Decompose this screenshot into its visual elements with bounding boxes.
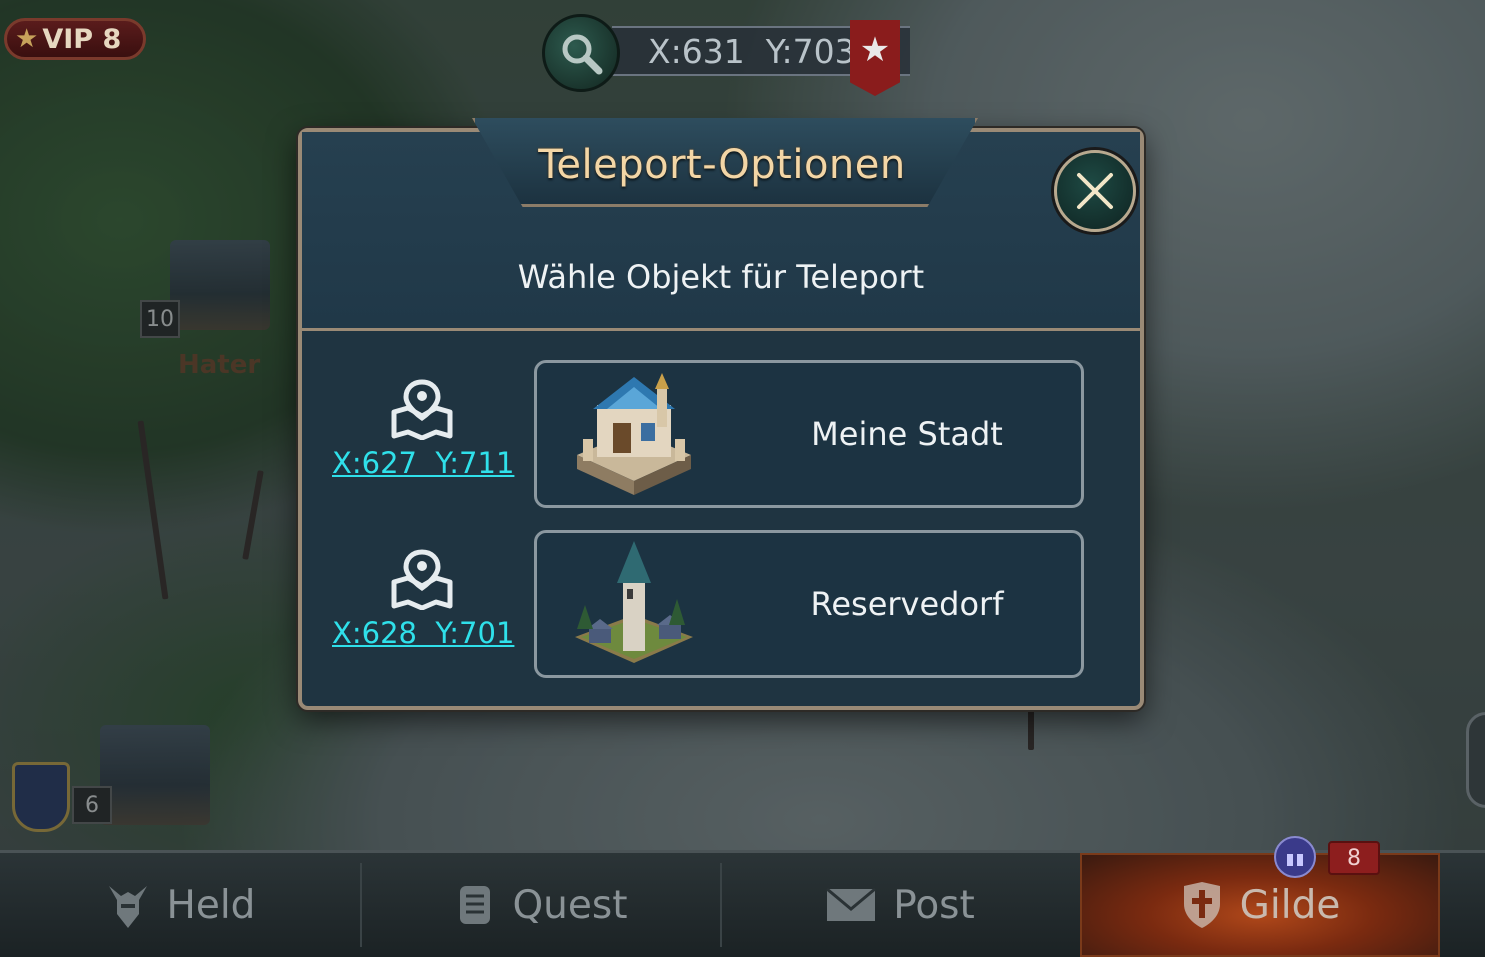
teleport-dialog: Teleport-Optionen Wähle Objekt für Telep… bbox=[298, 118, 1144, 710]
nav-label: Gilde bbox=[1239, 882, 1341, 928]
envelope-icon bbox=[826, 887, 877, 921]
vip-label: VIP 8 bbox=[42, 23, 122, 55]
option-coordinates: X:627 Y:711 bbox=[332, 378, 514, 480]
scroll-icon bbox=[460, 886, 491, 924]
coordinate-link[interactable]: X:627 Y:711 bbox=[332, 446, 514, 480]
nav-hero[interactable]: Held bbox=[0, 853, 360, 957]
teleport-option: X:627 Y:711 Meine Stadt bbox=[302, 360, 1140, 510]
option-label: Reservedorf bbox=[810, 585, 1004, 623]
nav-label: Quest bbox=[512, 882, 628, 928]
nav-quest[interactable]: Quest bbox=[362, 853, 720, 957]
dialog-title: Teleport-Optionen bbox=[538, 142, 906, 188]
map-pin-icon bbox=[391, 549, 453, 610]
bottom-navigation: Held Quest Post Gilde bbox=[0, 850, 1485, 957]
map-pin-icon bbox=[391, 379, 453, 440]
my-city-option-button[interactable]: Meine Stadt bbox=[534, 360, 1084, 508]
star-icon: ★ bbox=[859, 30, 891, 70]
nav-label: Post bbox=[893, 882, 975, 928]
reserve-village-option-button[interactable]: Reservedorf bbox=[534, 530, 1084, 678]
search-icon bbox=[562, 34, 603, 75]
helmet-icon bbox=[108, 886, 147, 928]
castle-icon bbox=[577, 373, 691, 495]
option-label: Meine Stadt bbox=[811, 415, 1003, 453]
close-icon bbox=[1077, 173, 1113, 209]
gift-box-icon bbox=[1287, 850, 1303, 866]
close-button[interactable] bbox=[1054, 150, 1136, 232]
star-icon: ★ bbox=[15, 24, 39, 54]
gift-icon[interactable] bbox=[1274, 836, 1316, 878]
current-coordinates: X:631 Y:703 bbox=[648, 31, 856, 71]
vip-badge[interactable]: ★ VIP 8 bbox=[4, 18, 146, 60]
side-panel-toggle[interactable] bbox=[1466, 712, 1485, 808]
nav-guild[interactable]: Gilde bbox=[1080, 853, 1440, 957]
nav-label: Held bbox=[166, 882, 256, 928]
guild-notification-badge: 8 bbox=[1328, 841, 1380, 875]
shield-cross-icon bbox=[1183, 882, 1220, 928]
search-button[interactable] bbox=[542, 14, 620, 92]
bookmark-button[interactable]: ★ bbox=[850, 20, 900, 96]
coordinate-link[interactable]: X:628 Y:701 bbox=[332, 616, 514, 650]
dialog-subtitle: Wähle Objekt für Teleport bbox=[517, 258, 925, 296]
nav-mail[interactable]: Post bbox=[722, 853, 1078, 957]
option-coordinates: X:628 Y:701 bbox=[332, 548, 514, 650]
teleport-option: X:628 Y:701 Reservedorf bbox=[302, 530, 1140, 680]
tower-icon bbox=[575, 541, 693, 663]
